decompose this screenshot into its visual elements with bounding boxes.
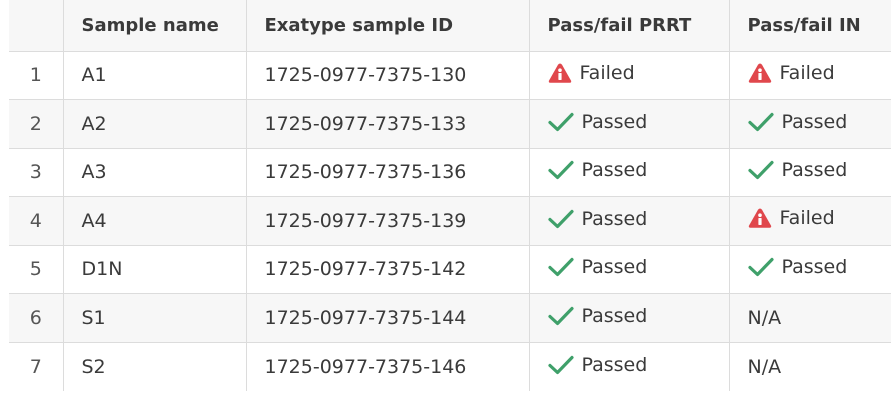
checkmark-icon xyxy=(747,112,774,132)
checkmark-icon xyxy=(747,257,774,277)
status-passed: Passed xyxy=(547,304,648,327)
cell-pass-fail-prrt: Passed xyxy=(528,196,730,246)
cell-exatype-sample-id: 1725-0977-7375-146 xyxy=(245,341,530,391)
sample-results-table: Sample name Exatype sample ID Pass/fail … xyxy=(9,0,891,391)
cell-pass-fail-in: Passed xyxy=(728,147,891,197)
status-failed: Failed xyxy=(548,62,635,84)
cell-pass-fail-prrt: Passed xyxy=(528,99,730,149)
status-failed: Failed xyxy=(748,62,835,84)
status-label: Passed xyxy=(781,256,848,279)
status-label: Failed xyxy=(779,61,835,84)
status-passed: Passed xyxy=(547,159,648,182)
table-header-row: Sample name Exatype sample ID Pass/fail … xyxy=(9,0,891,52)
status-passed: Passed xyxy=(547,353,648,376)
cell-row-index: 1 xyxy=(9,50,64,100)
cell-pass-fail-prrt: Passed xyxy=(528,293,730,343)
warning-icon xyxy=(748,207,772,229)
status-label: Passed xyxy=(581,304,648,327)
status-label: Passed xyxy=(781,159,848,182)
status-label: Passed xyxy=(581,159,648,182)
status-label: Failed xyxy=(779,207,835,230)
status-label: Failed xyxy=(579,61,635,84)
checkmark-icon xyxy=(547,160,574,180)
status-label: Passed xyxy=(581,110,648,133)
cell-sample-name: A3 xyxy=(62,147,247,197)
cell-pass-fail-in: N/A xyxy=(728,341,891,391)
cell-pass-fail-prrt: Passed xyxy=(528,341,730,391)
warning-icon xyxy=(548,62,572,84)
cell-sample-name: A2 xyxy=(62,99,247,149)
header-pass-fail-in[interactable]: Pass/fail IN xyxy=(728,0,891,52)
status-label: Passed xyxy=(581,207,648,230)
cell-exatype-sample-id: 1725-0977-7375-144 xyxy=(245,293,530,343)
cell-pass-fail-in: N/A xyxy=(728,293,891,343)
status-na-text: N/A xyxy=(747,306,782,329)
cell-pass-fail-prrt: Passed xyxy=(528,244,730,294)
cell-row-index: 7 xyxy=(9,341,64,391)
cell-sample-name: S2 xyxy=(62,341,247,391)
cell-row-index: 5 xyxy=(9,244,64,294)
cell-pass-fail-in: Passed xyxy=(728,99,891,149)
table-row[interactable]: 5 D1N 1725-0977-7375-142 Passed Passed xyxy=(9,244,891,294)
table-row[interactable]: 7 S2 1725-0977-7375-146 Passed N/A xyxy=(9,341,891,391)
status-label: Passed xyxy=(581,353,648,376)
cell-pass-fail-in: Passed xyxy=(728,244,891,294)
status-passed: Passed xyxy=(547,256,648,279)
checkmark-icon xyxy=(747,160,774,180)
table-row[interactable]: 4 A4 1725-0977-7375-139 Passed Failed xyxy=(9,196,891,246)
cell-pass-fail-prrt: Passed xyxy=(528,147,730,197)
status-label: Passed xyxy=(581,256,648,279)
status-na-text: N/A xyxy=(747,355,782,378)
cell-exatype-sample-id: 1725-0977-7375-133 xyxy=(245,99,530,149)
table-row[interactable]: 1 A1 1725-0977-7375-130 Failed Failed xyxy=(9,50,891,100)
status-failed: Failed xyxy=(748,207,835,229)
status-passed: Passed xyxy=(747,159,848,182)
cell-row-index: 4 xyxy=(9,196,64,246)
cell-sample-name: S1 xyxy=(62,293,247,343)
checkmark-icon xyxy=(547,209,574,229)
cell-sample-name: D1N xyxy=(62,244,247,294)
cell-row-index: 6 xyxy=(9,293,64,343)
checkmark-icon xyxy=(547,112,574,132)
cell-pass-fail-in: Failed xyxy=(728,50,891,100)
header-exatype-sample-id[interactable]: Exatype sample ID xyxy=(245,0,530,52)
header-sample-name[interactable]: Sample name xyxy=(62,0,247,52)
cell-pass-fail-in: Failed xyxy=(728,196,891,246)
checkmark-icon xyxy=(547,355,574,375)
status-label: Passed xyxy=(781,110,848,133)
table-body: 1 A1 1725-0977-7375-130 Failed Failed 2 A2 1725… xyxy=(9,50,891,391)
table-row[interactable]: 2 A2 1725-0977-7375-133 Passed Passed xyxy=(9,99,891,149)
status-passed: Passed xyxy=(547,110,648,133)
cell-row-index: 2 xyxy=(9,99,64,149)
checkmark-icon xyxy=(547,257,574,277)
cell-exatype-sample-id: 1725-0977-7375-139 xyxy=(245,196,530,246)
cell-pass-fail-prrt: Failed xyxy=(528,50,730,100)
header-pass-fail-prrt[interactable]: Pass/fail PRRT xyxy=(528,0,730,52)
cell-row-index: 3 xyxy=(9,147,64,197)
cell-exatype-sample-id: 1725-0977-7375-130 xyxy=(245,50,530,100)
table-row[interactable]: 6 S1 1725-0977-7375-144 Passed N/A xyxy=(9,293,891,343)
cell-exatype-sample-id: 1725-0977-7375-136 xyxy=(245,147,530,197)
status-passed: Passed xyxy=(547,207,648,230)
cell-exatype-sample-id: 1725-0977-7375-142 xyxy=(245,244,530,294)
checkmark-icon xyxy=(547,306,574,326)
header-index xyxy=(9,0,64,52)
status-passed: Passed xyxy=(747,256,848,279)
table-row[interactable]: 3 A3 1725-0977-7375-136 Passed Passed xyxy=(9,147,891,197)
status-passed: Passed xyxy=(747,110,848,133)
cell-sample-name: A1 xyxy=(62,50,247,100)
warning-icon xyxy=(748,62,772,84)
cell-sample-name: A4 xyxy=(62,196,247,246)
